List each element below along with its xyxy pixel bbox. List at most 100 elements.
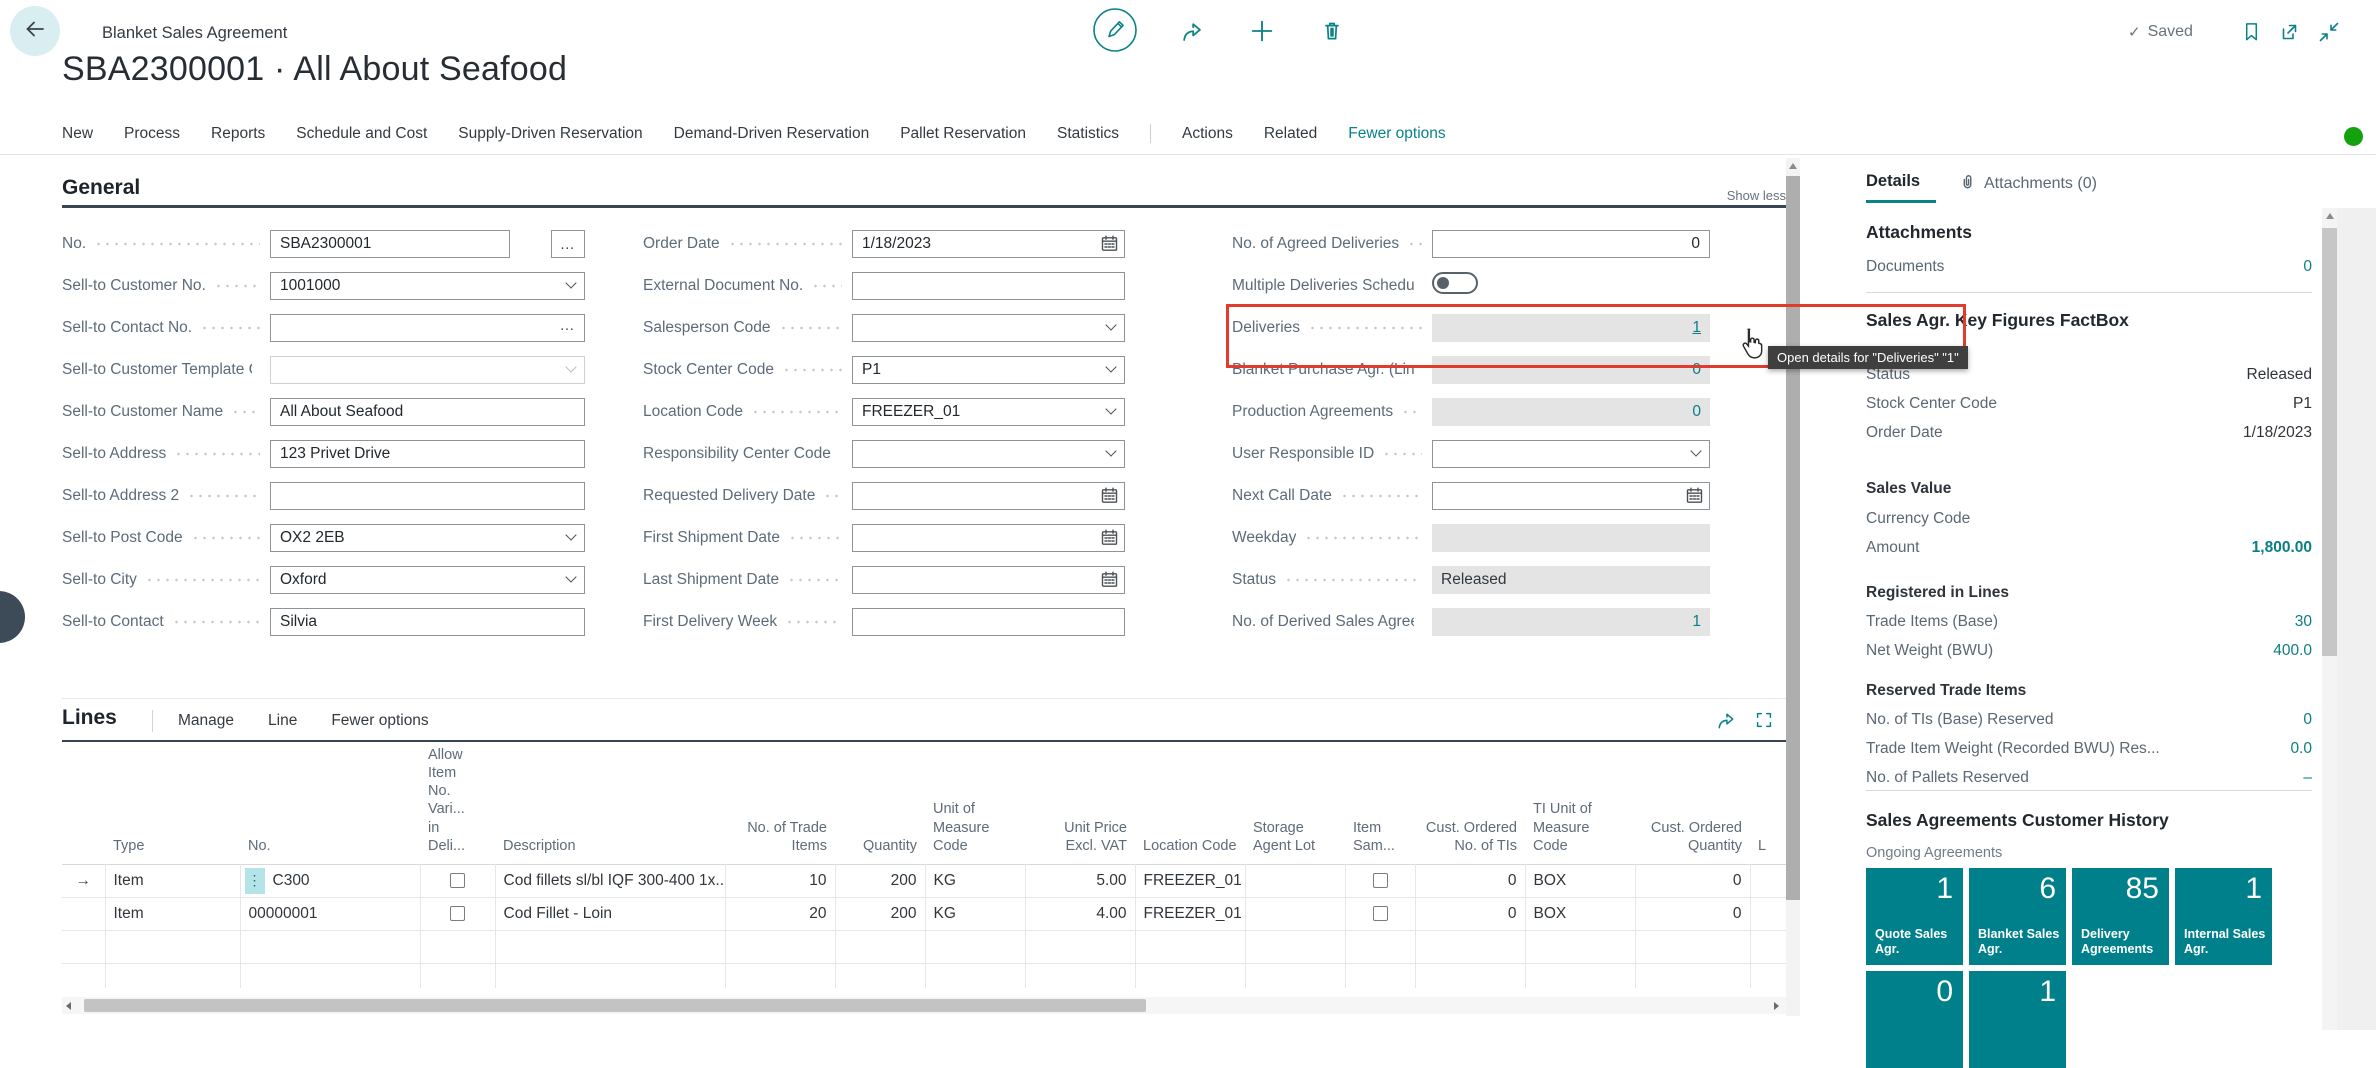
col-l-clipped[interactable]: L: [1750, 742, 1786, 864]
sell-to-city-field[interactable]: Oxford: [270, 566, 585, 594]
row-menu-icon[interactable]: ⋮: [245, 868, 265, 894]
menu-statistics[interactable]: Statistics: [1057, 125, 1119, 143]
expand-icon[interactable]: [1753, 709, 1775, 737]
col-unit-price-excl-vat[interactable]: Unit Price Excl. VAT: [1025, 742, 1135, 864]
first-delivery-week-field[interactable]: [852, 608, 1125, 636]
table-row[interactable]: Item 00000001 Cod Fillet - Loin 20 200 K…: [62, 897, 1786, 930]
minimize-button[interactable]: [2317, 20, 2341, 49]
col-storage-agent-lot[interactable]: Storage Agent Lot: [1245, 742, 1345, 864]
calendar-icon[interactable]: [1101, 487, 1118, 509]
col-unit-of-measure-code[interactable]: Unit of Measure Code: [925, 742, 1025, 864]
sell-to-customer-no-field[interactable]: 1001000: [270, 272, 585, 300]
amount-link[interactable]: 1,800.00: [2252, 539, 2312, 557]
info-icon[interactable]: [2344, 127, 2363, 146]
tile-quote-sales-agr[interactable]: 1Quote Sales Agr.: [1866, 868, 1963, 965]
col-quantity[interactable]: Quantity: [835, 742, 925, 864]
sell-to-address-field[interactable]: 123 Privet Drive: [270, 440, 585, 468]
col-location-code[interactable]: Location Code: [1135, 742, 1245, 864]
sell-to-customer-template-field[interactable]: [270, 356, 585, 384]
menu-supply-driven-reservation[interactable]: Supply-Driven Reservation: [458, 125, 642, 143]
tile-row2-1[interactable]: 0: [1866, 971, 1963, 1068]
location-code-field[interactable]: FREEZER_01: [852, 398, 1125, 426]
col-type[interactable]: Type: [105, 742, 240, 864]
col-item-sample[interactable]: Item Sam...: [1345, 742, 1415, 864]
blanket-purchase-agr-linked-field[interactable]: 0: [1432, 356, 1710, 384]
table-row-empty[interactable]: [62, 930, 1786, 963]
calendar-icon[interactable]: [1101, 235, 1118, 257]
scroll-left-arrow[interactable]: [66, 1002, 71, 1010]
documents-count-link[interactable]: 0: [2303, 258, 2312, 276]
edit-button[interactable]: [1092, 7, 1138, 58]
multiple-deliveries-schedule-toggle[interactable]: [1432, 272, 1478, 294]
sell-to-customer-name-field[interactable]: All About Seafood: [270, 398, 585, 426]
checkbox[interactable]: [1373, 873, 1388, 888]
lines-menu-manage[interactable]: Manage: [178, 712, 234, 730]
menu-new[interactable]: New: [62, 125, 93, 143]
panel-scroll-up-arrow[interactable]: [2326, 213, 2334, 219]
floating-edge-button[interactable]: [0, 591, 25, 643]
sell-to-contact-field[interactable]: Silvia: [270, 608, 585, 636]
menu-demand-driven-reservation[interactable]: Demand-Driven Reservation: [674, 125, 870, 143]
lines-menu-line[interactable]: Line: [268, 712, 297, 730]
show-less-link[interactable]: Show less: [1640, 188, 1786, 203]
menu-process[interactable]: Process: [124, 125, 180, 143]
panel-scrollbar-thumb[interactable]: [2322, 228, 2337, 656]
share-button[interactable]: [1178, 18, 1205, 50]
next-call-date-field[interactable]: [1432, 482, 1710, 510]
new-button[interactable]: [1248, 17, 1276, 50]
tile-blanket-sales-agr[interactable]: 6Blanket Sales Agr.: [1969, 868, 2066, 965]
tile-row2-2[interactable]: 1: [1969, 971, 2066, 1068]
order-date-field[interactable]: 1/18/2023: [852, 230, 1125, 258]
first-shipment-date-field[interactable]: [852, 524, 1125, 552]
tab-details[interactable]: Details: [1866, 172, 1920, 191]
external-document-no-field[interactable]: [852, 272, 1125, 300]
col-allow-item-no-variance[interactable]: Allow Item No. Vari... in Deli...: [420, 742, 495, 864]
lookup-ellipsis[interactable]: …: [560, 317, 577, 334]
scroll-up-arrow[interactable]: [1789, 163, 1797, 169]
production-agreements-field[interactable]: 0: [1432, 398, 1710, 426]
tile-delivery-agreements[interactable]: 85Delivery Agreements: [2072, 868, 2169, 965]
table-row[interactable]: → Item ⋮C300 Cod fillets sl/bl IQF 300-4…: [62, 864, 1786, 897]
checkbox[interactable]: [450, 906, 465, 921]
col-cust-ordered-no-of-tis[interactable]: Cust. Ordered No. of TIs: [1415, 742, 1525, 864]
tab-attachments[interactable]: Attachments (0): [1958, 172, 2097, 195]
stock-center-code-field[interactable]: P1: [852, 356, 1125, 384]
responsibility-center-code-field[interactable]: [852, 440, 1125, 468]
no-of-agreed-deliveries-field[interactable]: 0: [1432, 230, 1710, 258]
col-no-of-trade-items[interactable]: No. of Trade Items: [725, 742, 835, 864]
delete-button[interactable]: [1319, 17, 1345, 48]
menu-pallet-reservation[interactable]: Pallet Reservation: [900, 125, 1026, 143]
col-description[interactable]: Description: [495, 742, 725, 864]
col-cust-ordered-quantity[interactable]: Cust. Ordered Quantity: [1635, 742, 1750, 864]
no-of-derived-sales-agreements-field[interactable]: 1: [1432, 608, 1710, 636]
menu-actions[interactable]: Actions: [1182, 125, 1233, 143]
horizontal-scrollbar-thumb[interactable]: [84, 999, 1146, 1012]
assist-edit-button[interactable]: …: [551, 230, 585, 258]
calendar-icon[interactable]: [1101, 571, 1118, 593]
table-row-empty[interactable]: [62, 963, 1786, 988]
col-no[interactable]: No.: [240, 742, 420, 864]
sell-to-address-2-field[interactable]: [270, 482, 585, 510]
checkbox[interactable]: [450, 873, 465, 888]
fewer-options-link[interactable]: Fewer options: [1348, 125, 1445, 143]
bookmark-button[interactable]: [2240, 20, 2263, 48]
menu-schedule-and-cost[interactable]: Schedule and Cost: [296, 125, 427, 143]
no-field[interactable]: SBA2300001…: [270, 230, 585, 258]
lines-fewer-options[interactable]: Fewer options: [331, 712, 428, 730]
deliveries-drilldown-link[interactable]: 1: [1692, 319, 1701, 337]
checkbox[interactable]: [1373, 906, 1388, 921]
share-icon[interactable]: [1714, 709, 1737, 737]
menu-related[interactable]: Related: [1264, 125, 1317, 143]
requested-delivery-date-field[interactable]: [852, 482, 1125, 510]
calendar-icon[interactable]: [1686, 487, 1703, 509]
tile-internal-sales-agr[interactable]: 1Internal Sales Agr.: [2175, 868, 2272, 965]
open-in-window-button[interactable]: [2277, 20, 2301, 49]
sell-to-contact-no-field[interactable]: …: [270, 314, 585, 342]
salesperson-code-field[interactable]: [852, 314, 1125, 342]
scroll-right-arrow[interactable]: [1774, 1002, 1779, 1010]
sell-to-post-code-field[interactable]: OX2 2EB: [270, 524, 585, 552]
back-button[interactable]: [10, 6, 60, 56]
last-shipment-date-field[interactable]: [852, 566, 1125, 594]
menu-reports[interactable]: Reports: [211, 125, 265, 143]
col-ti-unit-of-measure-code[interactable]: TI Unit of Measure Code: [1525, 742, 1635, 864]
